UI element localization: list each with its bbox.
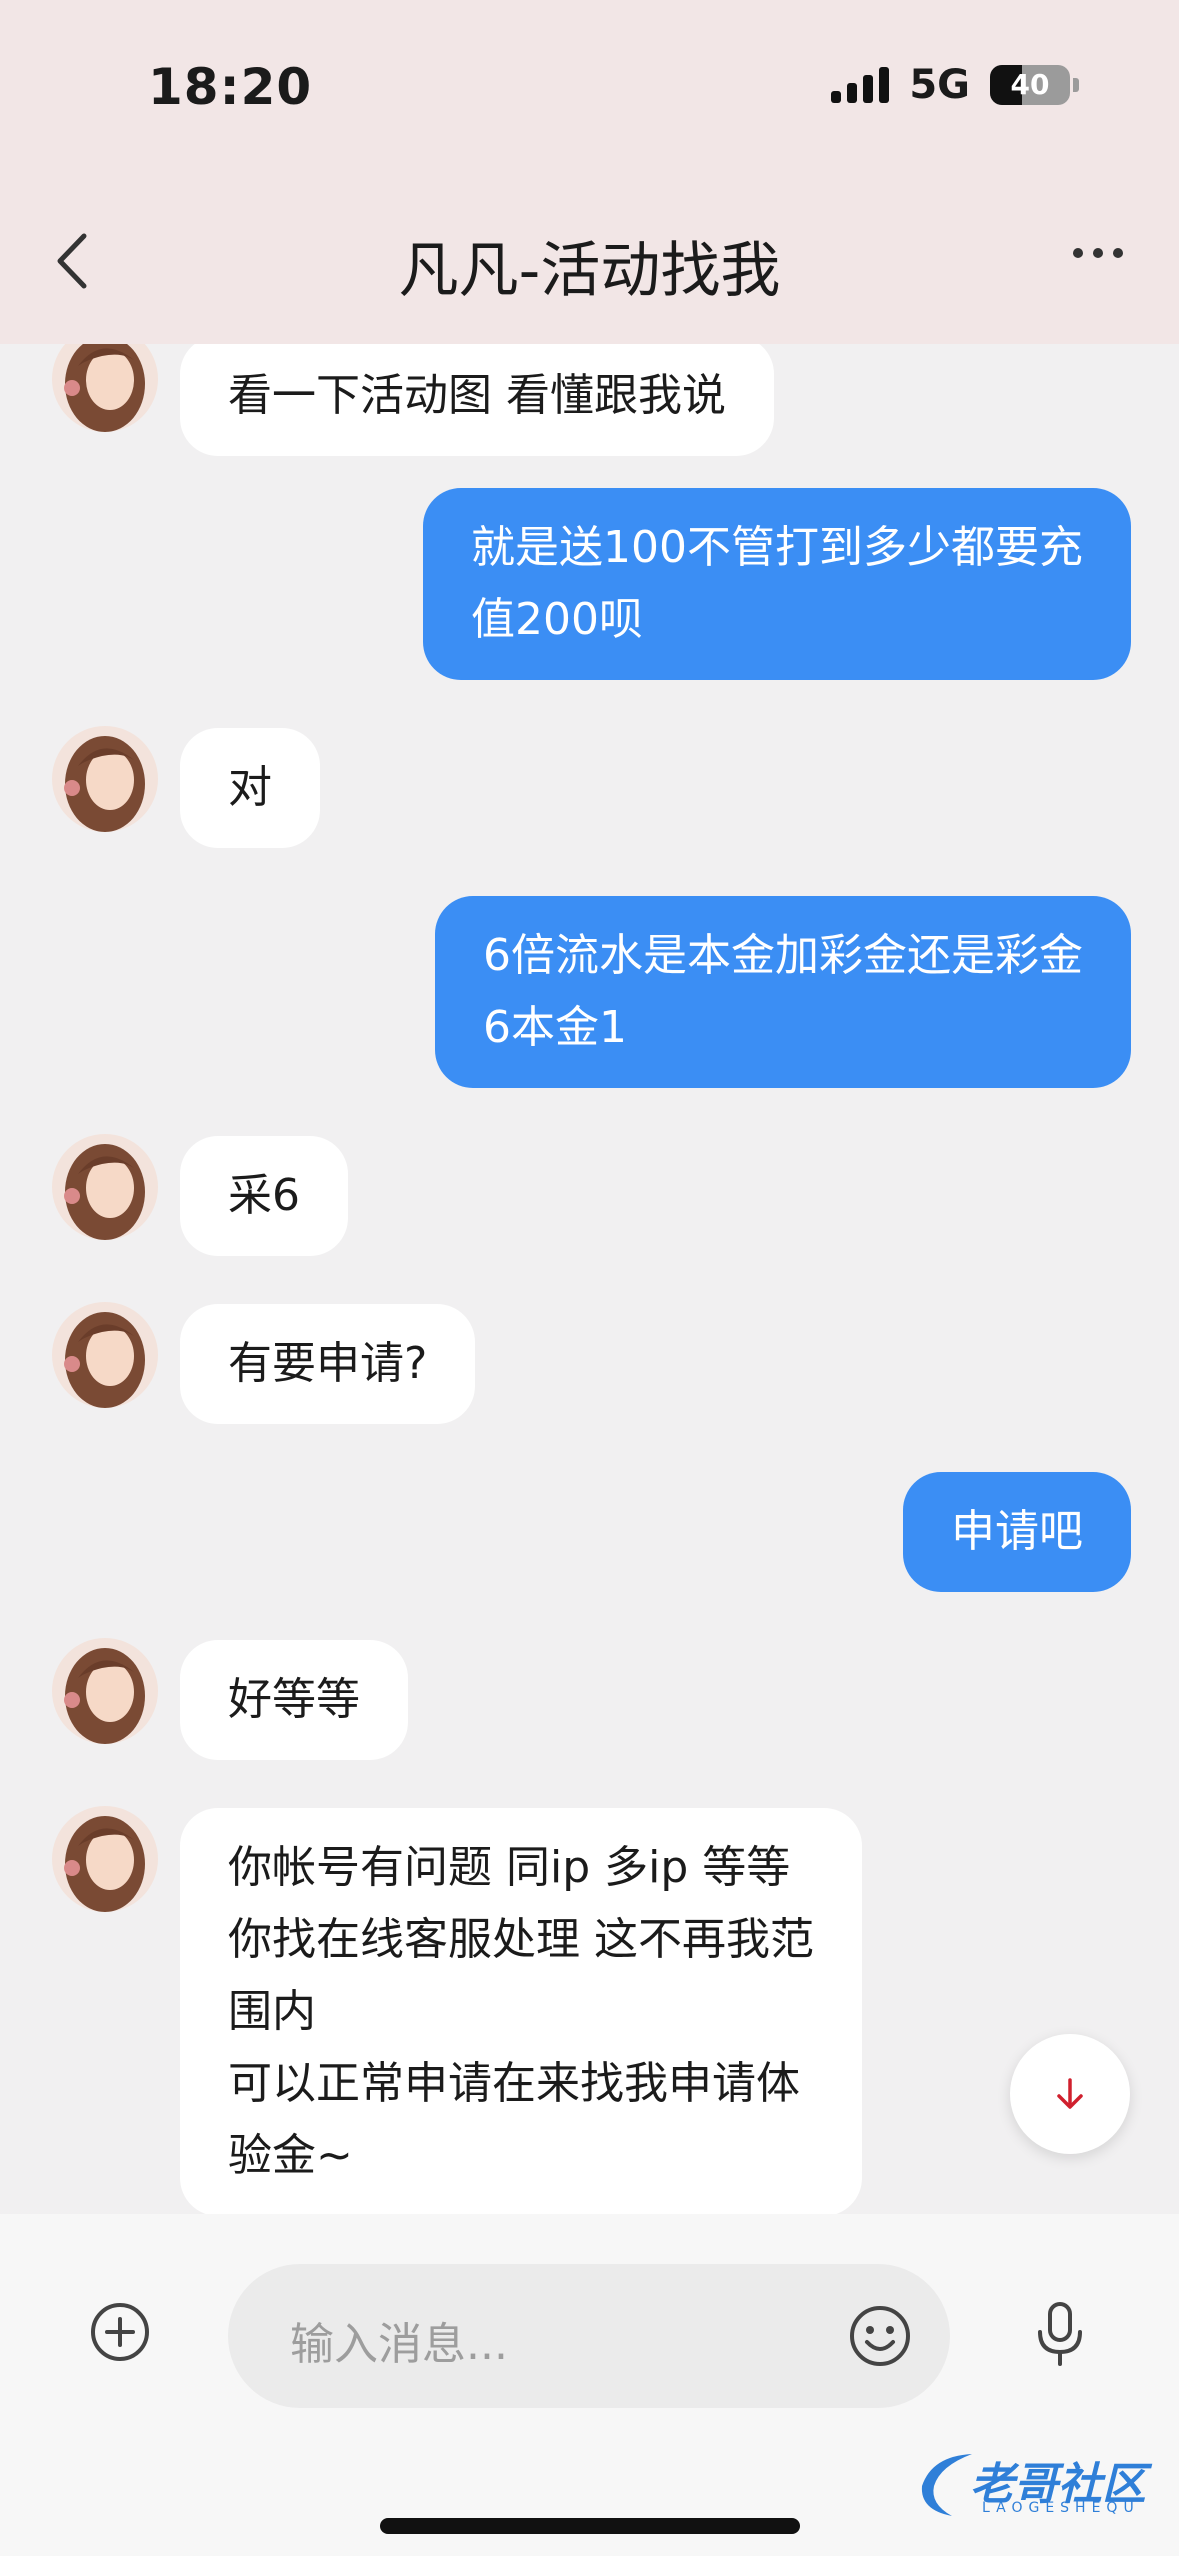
battery-icon: 40: [990, 65, 1070, 105]
message-input[interactable]: 输入消息...: [228, 2264, 950, 2408]
message-composer: 输入消息... 老哥社区 LAOGESHEQU: [0, 2214, 1179, 2556]
contact-avatar[interactable]: [52, 1134, 158, 1240]
add-attachment-button[interactable]: [88, 2300, 152, 2368]
message-bubble-incoming[interactable]: 看一下活动图 看懂跟我说: [180, 344, 774, 456]
message-bubble-outgoing[interactable]: 申请吧: [903, 1472, 1131, 1592]
avatar-image: [52, 1302, 158, 1408]
more-dot: [1073, 248, 1083, 258]
message-text: 好等等: [228, 1674, 360, 1725]
message-list[interactable]: 看一下活动图 看懂跟我说 就是送100不管打到多少都要充 值200呗 对 6倍流…: [0, 344, 1179, 2214]
network-type: 5G: [909, 62, 970, 108]
message-text: 6本金1: [483, 1002, 627, 1053]
message-bubble-incoming[interactable]: 对: [180, 728, 320, 848]
arrow-down-icon: [1057, 2078, 1083, 2109]
contact-avatar[interactable]: [52, 726, 158, 832]
chat-title: 凡凡-活动找我: [398, 236, 781, 306]
scroll-to-bottom-button[interactable]: [1010, 2034, 1130, 2154]
contact-avatar[interactable]: [52, 1302, 158, 1408]
message-bubble-outgoing[interactable]: 6倍流水是本金加彩金还是彩金 6本金1: [435, 896, 1131, 1088]
more-dot: [1113, 248, 1123, 258]
more-button[interactable]: [1073, 248, 1123, 258]
message-bubble-incoming[interactable]: 你帐号有问题 同ip 多ip 等等 你找在线客服处理 这不再我范 围内 可以正常…: [180, 1808, 862, 2214]
avatar-image: [52, 1806, 158, 1912]
message-bubble-incoming[interactable]: 有要申请?: [180, 1304, 476, 1424]
message-text: 申请吧: [951, 1506, 1083, 1557]
message-text: 你找在线客服处理 这不再我范: [228, 1914, 814, 1965]
message-text: 可以正常申请在来找我申请体: [228, 2058, 800, 2109]
microphone-icon: [1038, 2302, 1082, 2366]
message-text: 验金~: [228, 2130, 353, 2181]
avatar-image: [52, 344, 158, 432]
message-bubble-incoming[interactable]: 采6: [180, 1136, 348, 1256]
battery-percent: 40: [1010, 68, 1050, 101]
voice-input-button[interactable]: [1032, 2300, 1088, 2372]
avatar-image: [52, 1638, 158, 1744]
home-indicator[interactable]: [380, 2518, 800, 2534]
message-text: 看一下活动图 看懂跟我说: [228, 370, 726, 421]
message-text: 采6: [228, 1170, 300, 1221]
message-text: 围内: [228, 1986, 316, 2037]
message-text: 6倍流水是本金加彩金还是彩金: [483, 930, 1083, 981]
contact-avatar[interactable]: [52, 344, 158, 432]
watermark-logo: 老哥社区 LAOGESHEQU: [912, 2444, 1168, 2524]
contact-avatar[interactable]: [52, 1638, 158, 1744]
message-bubble-outgoing[interactable]: 就是送100不管打到多少都要充 值200呗: [423, 488, 1131, 680]
status-time: 18:20: [148, 58, 313, 116]
emoji-button[interactable]: [846, 2302, 914, 2374]
contact-avatar[interactable]: [52, 1806, 158, 1912]
cellular-signal-icon: [831, 67, 890, 103]
watermark-subtext: LAOGESHEQU: [982, 2500, 1140, 2516]
battery-tip: [1073, 78, 1079, 92]
message-text: 有要申请?: [228, 1338, 428, 1389]
message-text: 对: [228, 762, 272, 813]
status-icons: 5G 40: [831, 62, 1079, 108]
input-placeholder: 输入消息...: [290, 2319, 508, 2370]
message-text: 值200呗: [471, 594, 643, 645]
chat-header: 18:20 5G 40 凡凡-活动找我: [0, 0, 1179, 344]
more-dot: [1093, 248, 1103, 258]
message-text: 你帐号有问题 同ip 多ip 等等: [228, 1842, 791, 1893]
smiley-icon: [850, 2306, 910, 2366]
plus-circle-icon: [91, 2303, 149, 2361]
avatar-image: [52, 726, 158, 832]
message-text: 就是送100不管打到多少都要充: [471, 522, 1083, 573]
avatar-image: [52, 1134, 158, 1240]
message-bubble-incoming[interactable]: 好等等: [180, 1640, 408, 1760]
